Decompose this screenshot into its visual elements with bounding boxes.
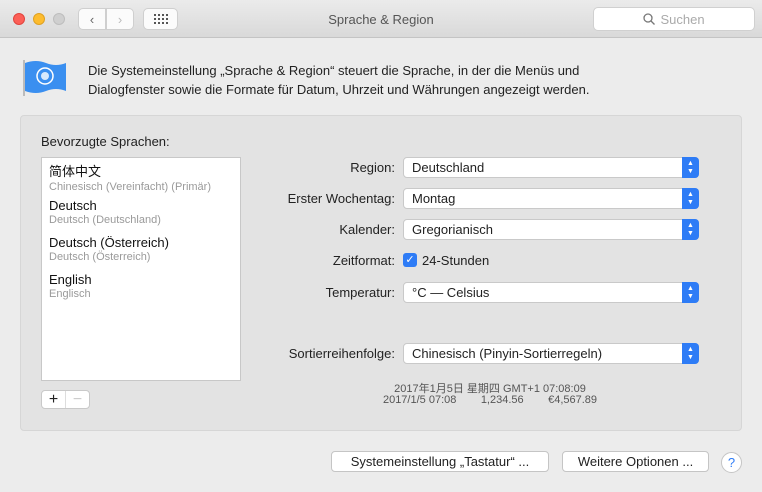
language-name: Deutsch (Österreich) (49, 235, 169, 250)
intro-line-1: Die Systemeinstellung „Sprache & Region“… (88, 63, 580, 78)
temperature-label: Temperatur: (325, 285, 395, 300)
timeformat-label: Zeitformat: (332, 253, 395, 268)
language-subtitle: Deutsch (Österreich) (49, 251, 151, 263)
sort-label: Sortierreihenfolge: (288, 346, 395, 361)
intro-line-2: Dialogfenster sowie die Formate für Datu… (88, 82, 590, 97)
checkmark-icon: ✓ (405, 254, 415, 266)
stepper-icon: ▲ ▼ (682, 282, 699, 303)
preferred-languages-label: Bevorzugte Sprachen: (41, 134, 170, 149)
date-sample: 2017/1/5 07:08 (382, 394, 457, 406)
region-label: Region: (350, 160, 395, 175)
stepper-icon: ▲ ▼ (682, 343, 699, 364)
add-language-button[interactable]: + (42, 391, 66, 408)
language-list[interactable]: 简体中文 Chinesisch (Vereinfacht) (Primär) De… (41, 157, 241, 381)
advanced-button[interactable]: Weitere Optionen ... (562, 451, 709, 472)
calendar-popup[interactable]: Gregorianisch ▲ ▼ (403, 219, 699, 240)
sort-value: Chinesisch (Pinyin-Sortierregeln) (412, 346, 603, 361)
stepper-icon: ▲ ▼ (682, 188, 699, 209)
language-name: Deutsch (49, 198, 97, 213)
list-item[interactable]: Deutsch Deutsch (Deutschland) (42, 195, 240, 232)
search-icon (643, 13, 656, 25)
search-input[interactable]: Suchen (593, 7, 755, 31)
help-button[interactable]: ? (721, 452, 742, 473)
currency-sample: €4,567.89 (548, 394, 598, 406)
weekday-popup[interactable]: Montag ▲ ▼ (403, 188, 699, 209)
temperature-value: °C — Celsius (412, 285, 490, 300)
24h-checkbox[interactable]: ✓ (403, 253, 417, 267)
stepper-icon: ▲ ▼ (682, 157, 699, 178)
language-name: English (49, 272, 92, 287)
add-remove-control: + − (41, 390, 90, 409)
language-subtitle: Englisch (49, 288, 91, 300)
remove-language-button[interactable]: − (66, 391, 89, 408)
sort-popup[interactable]: Chinesisch (Pinyin-Sortierregeln) ▲ ▼ (403, 343, 699, 364)
24h-checkbox-label[interactable]: 24-Stunden (422, 253, 489, 268)
keyboard-prefs-button[interactable]: Systemeinstellung „Tastatur“ ... (331, 451, 549, 472)
language-subtitle: Chinesisch (Vereinfacht) (Primär) (49, 181, 211, 193)
format-sample-line2: 2017/1/5 07:08 1,234.56 €4,567.89 (280, 394, 700, 406)
un-flag-icon (23, 60, 66, 96)
weekday-value: Montag (412, 191, 456, 206)
temperature-popup[interactable]: °C — Celsius ▲ ▼ (403, 282, 699, 303)
region-popup[interactable]: Deutschland ▲ ▼ (403, 157, 699, 178)
language-subtitle: Deutsch (Deutschland) (49, 214, 161, 226)
language-name: 简体中文 (49, 164, 102, 179)
list-item[interactable]: Deutsch (Österreich) Deutsch (Österreich) (42, 232, 240, 269)
list-item[interactable]: English Englisch (42, 269, 240, 306)
calendar-label: Kalender: (339, 222, 395, 237)
title-bar: ‹ › Sprache & Region Suchen (0, 0, 762, 38)
stepper-icon: ▲ ▼ (682, 219, 699, 240)
search-placeholder: Suchen (660, 11, 705, 27)
list-item[interactable]: 简体中文 Chinesisch (Vereinfacht) (Primär) (42, 158, 240, 195)
intro-text: Die Systemeinstellung „Sprache & Region“… (88, 61, 589, 99)
number-sample: 1,234.56 (480, 394, 524, 406)
calendar-value: Gregorianisch (412, 222, 493, 237)
weekday-label: Erster Wochentag: (287, 191, 395, 206)
region-value: Deutschland (412, 160, 485, 175)
